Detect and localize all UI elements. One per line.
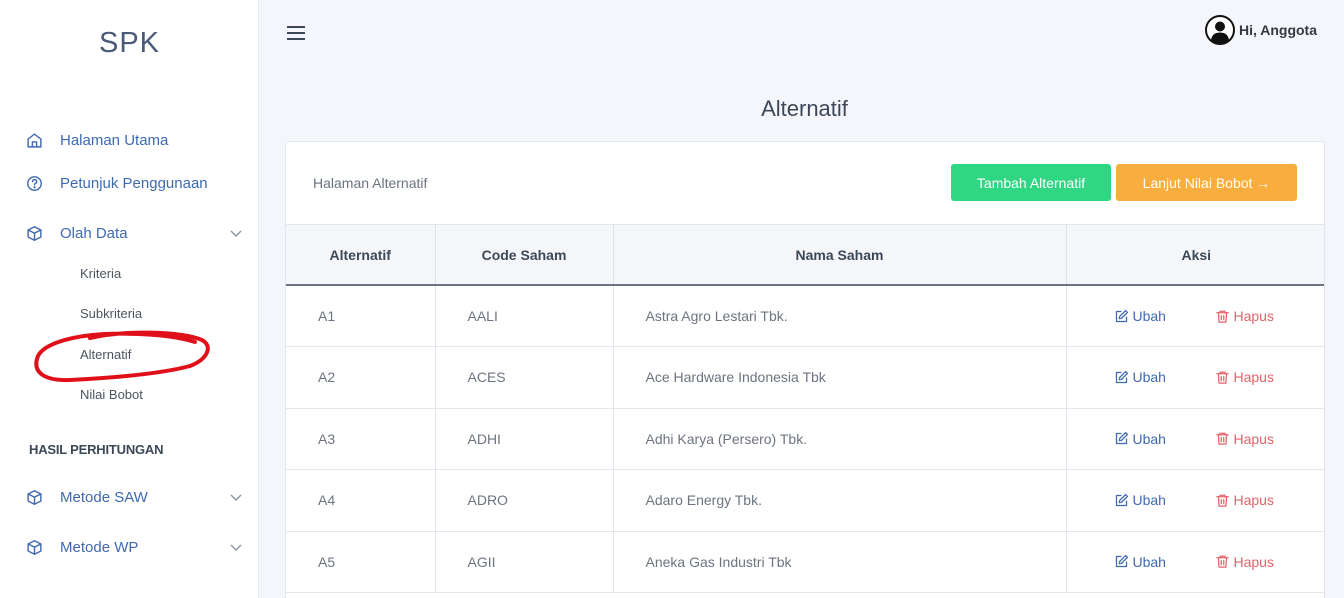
sidebar-item-petunjuk[interactable]: Petunjuk Penggunaan	[24, 168, 244, 198]
chevron-down-icon	[230, 494, 242, 501]
box-icon	[24, 487, 44, 507]
sidebar-subitem-kriteria[interactable]: Kriteria	[80, 266, 121, 281]
chevron-down-icon	[230, 230, 242, 237]
delete-label: Hapus	[1233, 369, 1274, 386]
sidebar-subitem-subkriteria[interactable]: Subkriteria	[80, 306, 142, 321]
cell-aksi: Ubah Hapus	[1066, 346, 1324, 409]
cell-code-saham: AALI	[435, 285, 614, 347]
column-header-nama-saham[interactable]: Nama Saham	[613, 225, 1067, 286]
sidebar-item-metode-wp[interactable]: Metode WP	[24, 532, 244, 562]
trash-icon	[1215, 432, 1229, 445]
edit-icon	[1115, 555, 1128, 568]
table-row: A5 AGII Aneka Gas Industri Tbk Ubah Hapus	[286, 531, 1324, 593]
sidebar-item-halaman-utama[interactable]: Halaman Utama	[24, 125, 244, 155]
trash-icon	[1215, 555, 1229, 568]
cell-nama-saham: Astra Agro Lestari Tbk.	[613, 285, 1067, 347]
cell-nama-saham: Ace Hardware Indonesia Tbk	[613, 346, 1067, 409]
alternatif-table: Alternatif Code Saham Nama Saham Aksi A1…	[286, 225, 1324, 593]
edit-label: Ubah	[1132, 369, 1166, 386]
cell-alternatif: A2	[286, 346, 436, 409]
card-header: Halaman Alternatif Tambah Alternatif Lan…	[286, 142, 1324, 225]
cell-nama-saham: Aneka Gas Industri Tbk	[613, 531, 1067, 593]
table-row: A1 AALI Astra Agro Lestari Tbk. Ubah Hapus	[286, 285, 1324, 347]
card-title: Halaman Alternatif	[313, 175, 428, 191]
edit-label: Ubah	[1132, 492, 1166, 509]
box-icon	[24, 537, 44, 557]
edit-label: Ubah	[1132, 308, 1166, 324]
delete-button[interactable]: Hapus	[1215, 492, 1274, 508]
table-row: A2 ACES Ace Hardware Indonesia Tbk Ubah Hapu…	[286, 346, 1324, 409]
trash-icon	[1215, 310, 1229, 323]
table-row: A3 ADHI Adhi Karya (Persero) Tbk. Ubah Hapus	[286, 408, 1324, 470]
cell-alternatif: A4	[286, 469, 436, 532]
hamburger-menu-icon[interactable]	[286, 24, 306, 42]
edit-button[interactable]: Ubah	[1114, 554, 1215, 570]
cell-alternatif: A3	[286, 408, 436, 470]
table-row: A4 ADRO Adaro Energy Tbk. Ubah Hapus	[286, 469, 1324, 532]
section-label-hasil-perhitungan: HASIL PERHITUNGAN	[29, 442, 164, 457]
delete-button[interactable]: Hapus	[1215, 554, 1274, 570]
cell-aksi: Ubah Hapus	[1066, 469, 1324, 532]
cell-alternatif: A1	[286, 285, 436, 347]
cell-nama-saham: Adaro Energy Tbk.	[613, 469, 1067, 532]
brand-logo[interactable]: SPK	[0, 27, 259, 60]
cell-aksi: Ubah Hapus	[1066, 531, 1324, 593]
delete-button[interactable]: Hapus	[1215, 431, 1274, 447]
delete-label: Hapus	[1233, 308, 1274, 324]
home-icon	[24, 130, 44, 150]
cell-aksi: Ubah Hapus	[1066, 408, 1324, 470]
help-circle-icon	[24, 173, 44, 193]
table-body: A1 AALI Astra Agro Lestari Tbk. Ubah Hapus A2…	[286, 285, 1324, 593]
delete-label: Hapus	[1233, 492, 1274, 509]
topbar: Hi, Anggota	[259, 0, 1344, 64]
sidebar-item-label: Metode SAW	[60, 488, 148, 506]
edit-label: Ubah	[1132, 553, 1166, 570]
edit-icon	[1115, 493, 1128, 506]
chevron-down-icon	[230, 544, 242, 551]
cell-code-saham: AGII	[435, 531, 614, 593]
alternatif-card: Halaman Alternatif Tambah Alternatif Lan…	[285, 141, 1325, 598]
delete-button[interactable]: Hapus	[1215, 308, 1274, 324]
trash-icon	[1215, 494, 1229, 507]
cell-code-saham: ADHI	[435, 408, 614, 470]
column-header-alternatif[interactable]: Alternatif	[286, 225, 436, 286]
user-greeting: Hi, Anggota	[1238, 22, 1317, 38]
edit-icon	[1115, 309, 1128, 322]
sidebar-item-label: Metode WP	[60, 538, 139, 556]
user-menu[interactable]: Hi, Anggota	[1204, 15, 1317, 45]
edit-button[interactable]: Ubah	[1114, 492, 1215, 508]
column-header-aksi: Aksi	[1066, 225, 1324, 286]
trash-icon	[1215, 371, 1229, 384]
sidebar-item-olah-data[interactable]: Olah Data	[24, 218, 244, 248]
avatar	[1204, 15, 1235, 45]
cell-code-saham: ACES	[435, 346, 614, 409]
page-title: Alternatif	[761, 96, 848, 121]
delete-button[interactable]: Hapus	[1215, 369, 1274, 385]
cell-alternatif: A5	[286, 531, 436, 593]
sidebar-item-label: Petunjuk Penggunaan	[60, 174, 208, 192]
box-icon	[24, 223, 44, 243]
edit-button[interactable]: Ubah	[1114, 431, 1215, 447]
edit-button[interactable]: Ubah	[1114, 308, 1215, 324]
cell-nama-saham: Adhi Karya (Persero) Tbk.	[613, 408, 1067, 470]
edit-label: Ubah	[1132, 430, 1166, 447]
table-header-row: Alternatif Code Saham Nama Saham Aksi	[286, 225, 1324, 286]
sidebar: SPK Halaman Utama Petunjuk Penggunaan Ol…	[0, 0, 259, 598]
sidebar-item-label: Halaman Utama	[60, 131, 169, 149]
cell-aksi: Ubah Hapus	[1066, 285, 1324, 347]
next-nilai-bobot-button[interactable]: Lanjut Nilai Bobot →	[1116, 164, 1297, 201]
sidebar-subitem-alternatif[interactable]: Alternatif	[80, 347, 131, 362]
cell-code-saham: ADRO	[435, 469, 614, 532]
add-alternatif-button[interactable]: Tambah Alternatif	[951, 164, 1111, 201]
column-header-code-saham[interactable]: Code Saham	[435, 225, 614, 286]
sidebar-item-label: Olah Data	[60, 224, 128, 242]
edit-icon	[1115, 370, 1128, 383]
sidebar-item-metode-saw[interactable]: Metode SAW	[24, 482, 244, 512]
edit-button[interactable]: Ubah	[1114, 369, 1215, 385]
edit-icon	[1115, 432, 1128, 445]
delete-label: Hapus	[1233, 430, 1274, 447]
delete-label: Hapus	[1233, 553, 1274, 570]
sidebar-subitem-nilai-bobot[interactable]: Nilai Bobot	[80, 387, 143, 402]
